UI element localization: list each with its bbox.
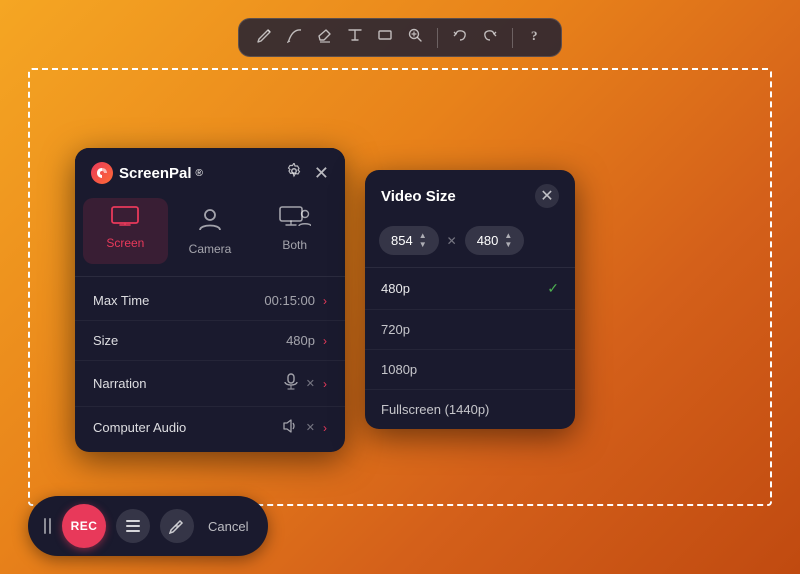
- sp-logo-text: ScreenPal: [119, 165, 192, 182]
- setting-row-size[interactable]: Size 480p ›: [75, 321, 345, 361]
- vs-height-value: 480: [477, 233, 499, 248]
- close-icon[interactable]: ✕: [314, 164, 329, 182]
- setting-row-audio[interactable]: Computer Audio ✕ ›: [75, 407, 345, 448]
- narration-value: ✕ ›: [284, 373, 327, 394]
- audio-value: ✕ ›: [282, 419, 327, 436]
- screen-tab-label: Screen: [106, 236, 144, 250]
- audio-x: ✕: [306, 421, 315, 434]
- size-value: 480p ›: [286, 333, 327, 348]
- vs-width-down[interactable]: ▼: [419, 241, 427, 249]
- undo-icon[interactable]: [452, 27, 468, 48]
- vs-option-1080p[interactable]: 1080p: [365, 350, 575, 390]
- pause-bar-2: [49, 518, 51, 534]
- vs-option-1080p-label: 1080p: [381, 362, 417, 377]
- both-tab-icon: [279, 206, 311, 234]
- sp-logo: ScreenPal ®: [91, 162, 203, 184]
- video-size-panel: Video Size ✕ 854 ▲ ▼ ✕ 480 ▲ ▼ 480p ✓ 72…: [365, 170, 575, 429]
- maxtime-value: 00:15:00 ›: [264, 293, 327, 308]
- camera-tab-icon: [198, 206, 222, 238]
- vs-width-spinner[interactable]: ▲ ▼: [419, 232, 427, 249]
- vs-width-value: 854: [391, 233, 413, 248]
- both-tab-label: Both: [282, 238, 307, 252]
- rec-button[interactable]: REC: [62, 504, 106, 548]
- maxtime-label: Max Time: [93, 293, 149, 308]
- sp-logo-icon: [91, 162, 113, 184]
- settings-rows: Max Time 00:15:00 › Size 480p › Narratio…: [75, 276, 345, 452]
- mic-icon: [284, 373, 298, 394]
- menu-line-2: [126, 525, 140, 527]
- tab-both[interactable]: Both: [252, 198, 337, 264]
- vs-height-input[interactable]: 480 ▲ ▼: [465, 226, 525, 255]
- narration-x: ✕: [306, 377, 315, 390]
- pencil-curved-icon[interactable]: [287, 27, 303, 48]
- vs-options: 480p ✓ 720p 1080p Fullscreen (1440p): [365, 267, 575, 429]
- vs-header: Video Size ✕: [365, 170, 575, 218]
- narration-label: Narration: [93, 376, 146, 391]
- toolbar-divider-2: [512, 28, 513, 48]
- vs-option-fullscreen[interactable]: Fullscreen (1440p): [365, 390, 575, 429]
- vs-separator: ✕: [447, 234, 457, 248]
- vs-option-720p-label: 720p: [381, 322, 410, 337]
- audio-arrow: ›: [323, 421, 327, 435]
- audio-label: Computer Audio: [93, 420, 186, 435]
- tab-camera[interactable]: Camera: [168, 198, 253, 264]
- vs-width-up[interactable]: ▲: [419, 232, 427, 240]
- vs-option-480p[interactable]: 480p ✓: [365, 268, 575, 310]
- vs-height-down[interactable]: ▼: [504, 241, 512, 249]
- screenpal-panel: ScreenPal ® ✕ Screen: [75, 148, 345, 452]
- help-icon[interactable]: ?: [527, 27, 543, 48]
- vs-size-inputs: 854 ▲ ▼ ✕ 480 ▲ ▼: [365, 218, 575, 267]
- cancel-button[interactable]: Cancel: [204, 519, 252, 534]
- toolbar-divider: [437, 28, 438, 48]
- sp-header-icons: ✕: [286, 163, 329, 184]
- edit-button[interactable]: [160, 509, 194, 543]
- size-text: 480p: [286, 333, 315, 348]
- toolbar: ?: [238, 18, 562, 57]
- text-icon[interactable]: [347, 27, 363, 48]
- vs-check-icon: ✓: [547, 280, 559, 297]
- tab-screen[interactable]: Screen: [83, 198, 168, 264]
- menu-line-3: [126, 530, 140, 532]
- menu-line-1: [126, 520, 140, 522]
- svg-text:?: ?: [531, 28, 538, 43]
- vs-option-480p-label: 480p: [381, 281, 410, 296]
- rectangle-icon[interactable]: [377, 27, 393, 48]
- pause-bar-1: [44, 518, 46, 534]
- size-arrow: ›: [323, 334, 327, 348]
- vs-close-button[interactable]: ✕: [535, 184, 559, 208]
- sp-trademark: ®: [196, 168, 203, 179]
- eraser-icon[interactable]: [317, 27, 333, 48]
- mode-tabs: Screen Camera Both: [75, 194, 345, 276]
- maxtime-text: 00:15:00: [264, 293, 315, 308]
- screen-tab-icon: [111, 206, 139, 232]
- rec-label: REC: [71, 519, 98, 533]
- camera-tab-label: Camera: [189, 242, 232, 256]
- redo-icon[interactable]: [482, 27, 498, 48]
- speaker-icon: [282, 419, 298, 436]
- menu-button[interactable]: [116, 509, 150, 543]
- setting-row-maxtime[interactable]: Max Time 00:15:00 ›: [75, 281, 345, 321]
- maxtime-arrow: ›: [323, 294, 327, 308]
- narration-arrow: ›: [323, 377, 327, 391]
- settings-icon[interactable]: [286, 163, 302, 184]
- vs-title: Video Size: [381, 188, 456, 205]
- pause-button[interactable]: [44, 516, 52, 536]
- vs-option-720p[interactable]: 720p: [365, 310, 575, 350]
- bottom-bar: REC Cancel: [28, 496, 268, 556]
- sp-header: ScreenPal ® ✕: [75, 148, 345, 194]
- vs-height-spinner[interactable]: ▲ ▼: [504, 232, 512, 249]
- size-label: Size: [93, 333, 118, 348]
- vs-height-up[interactable]: ▲: [504, 232, 512, 240]
- vs-width-input[interactable]: 854 ▲ ▼: [379, 226, 439, 255]
- setting-row-narration[interactable]: Narration ✕ ›: [75, 361, 345, 407]
- pencil-icon[interactable]: [257, 27, 273, 48]
- zoom-icon[interactable]: [407, 27, 423, 48]
- vs-option-fullscreen-label: Fullscreen (1440p): [381, 402, 489, 417]
